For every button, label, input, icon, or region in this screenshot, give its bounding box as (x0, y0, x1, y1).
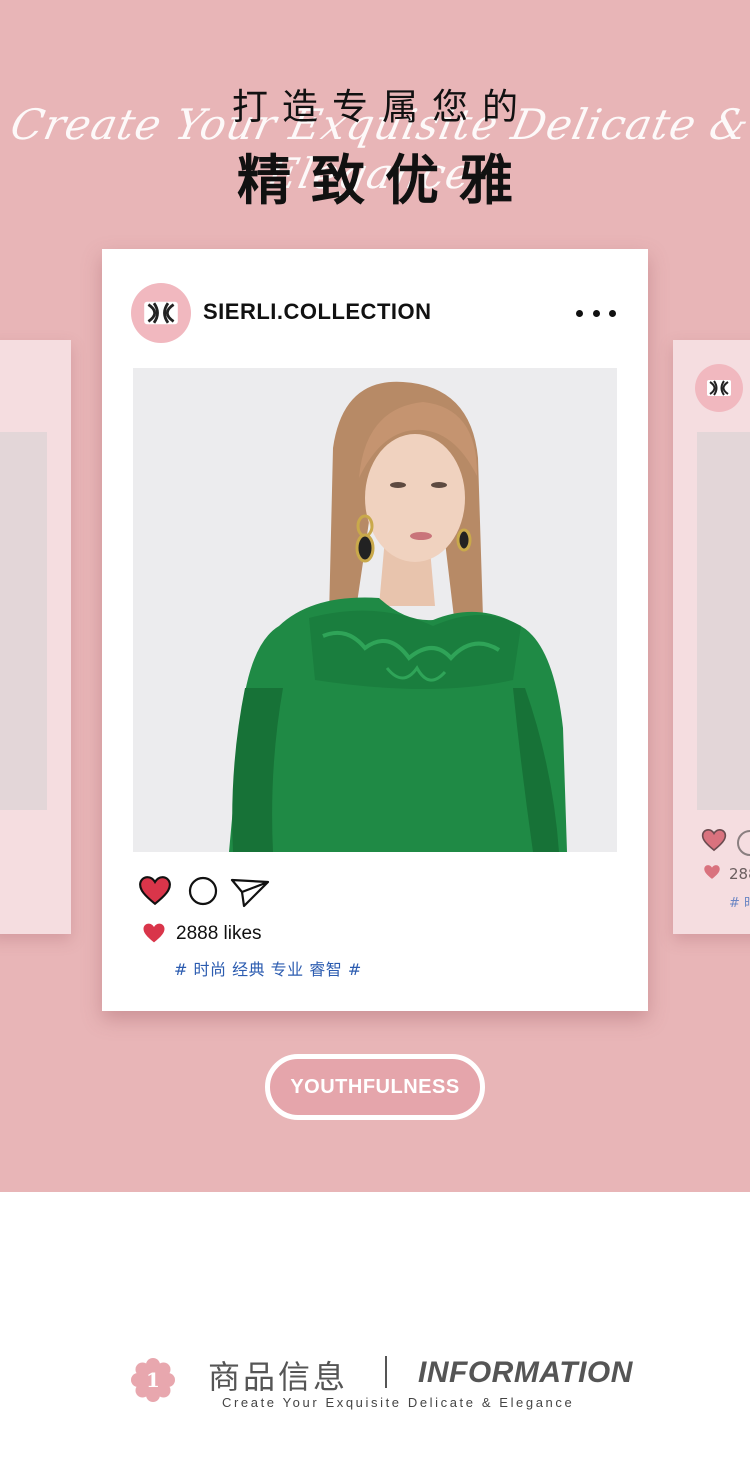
account-name[interactable]: SIERLI.COLLECTION (203, 299, 432, 325)
hero-banner: Create Your Exquisite Delicate & Eleganc… (0, 0, 750, 1192)
comment-bubble-icon[interactable] (737, 830, 750, 856)
section-title-en: INFORMATION (418, 1356, 633, 1389)
side-card-right[interactable]: 288 # 时 (673, 340, 750, 934)
hero-title-main: 精致优雅 (237, 149, 533, 212)
brand-monogram-icon (695, 364, 743, 412)
section-divider (385, 1356, 387, 1388)
youthfulness-label: YOUTHFULNESS (290, 1075, 460, 1098)
side-likes-text: 288 (729, 865, 750, 883)
section-number: 1 (146, 1368, 160, 1392)
side-card-left[interactable] (0, 340, 71, 934)
post-actions (138, 875, 278, 909)
likes-heart-icon (142, 922, 166, 948)
brand-monogram-icon[interactable] (131, 283, 191, 343)
product-photo (133, 368, 617, 852)
comment-bubble-icon[interactable] (188, 876, 218, 910)
hero-title-top: 打造专属您的 (231, 87, 532, 128)
heart-small-icon (703, 864, 721, 884)
post-card: SIERLI.COLLECTION 2888 likes # 时尚 经典 专业 … (102, 249, 648, 1011)
section-number-badge: 1 (130, 1357, 176, 1403)
side-tags-text[interactable]: # 时 (729, 892, 750, 911)
hashtags[interactable]: # 时尚 经典 专业 睿智 # (174, 956, 362, 980)
section-title-cn: 商品信息 (208, 1358, 349, 1396)
likes-count[interactable]: 2888 likes (176, 923, 262, 945)
more-dots-icon[interactable] (576, 301, 616, 325)
section-subtitle: Create Your Exquisite Delicate & Eleganc… (222, 1395, 575, 1410)
youthfulness-button[interactable]: YOUTHFULNESS (265, 1054, 485, 1120)
heart-outline-icon[interactable] (701, 828, 727, 856)
side-card-left-image (0, 432, 47, 810)
side-card-right-image (697, 432, 750, 810)
send-icon[interactable] (230, 876, 270, 912)
heart-icon[interactable] (138, 875, 172, 910)
